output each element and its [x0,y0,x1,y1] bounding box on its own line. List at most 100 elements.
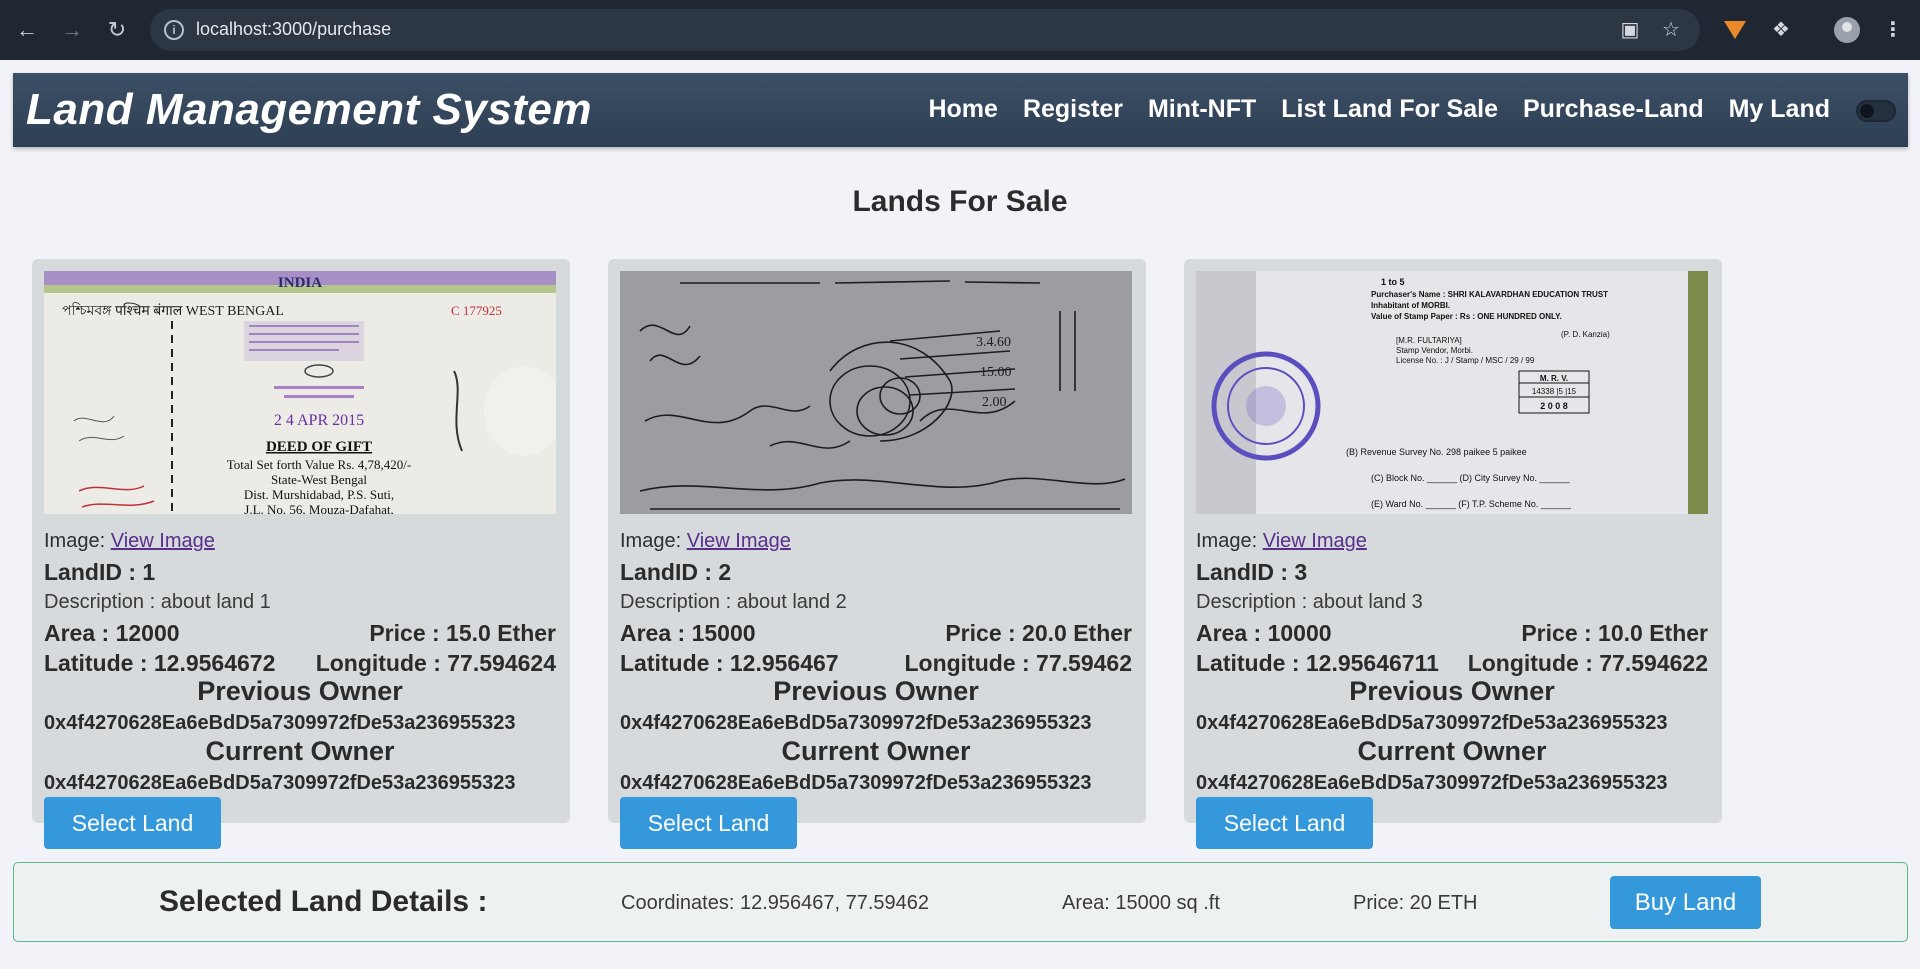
doc-purchaser: Purchaser's Name : SHRI KALAVARDHAN EDUC… [1371,290,1608,299]
doc-kanzia: (P. D. Kanzia) [1561,330,1610,339]
select-land-button[interactable]: Select Land [620,797,797,849]
land-area: Area : 15000 [620,620,756,646]
doc-ward: (E) Ward No. ______ (F) T.P. Scheme No. … [1371,499,1572,509]
nav-home[interactable]: Home [928,95,997,124]
doc-vendor-name: [M.R. FULTARIYA] [1396,336,1462,345]
metamask-fox-icon[interactable] [1720,15,1750,45]
image-line: Image: View Image [1196,530,1367,553]
buy-land-button[interactable]: Buy Land [1610,876,1761,929]
land-card-1: INDIA পশ্চিমবঙ্গ पश्चिम बंगाल WEST BENGA… [32,259,570,849]
site-info-icon[interactable]: i [164,20,184,40]
select-land-button[interactable]: Select Land [44,797,221,849]
doc-title: DEED OF GIFT [266,439,372,455]
svg-text:15.00: 15.00 [980,365,1012,380]
doc-box-year: 2 0 0 8 [1540,401,1568,411]
land-longitude: Longitude : 77.59462 [904,650,1132,676]
doc-line-west-bengal: পশ্চিমবঙ্গ पश्चिम बंगाल WEST BENGAL [62,302,284,319]
nav-my-land[interactable]: My Land [1729,95,1830,124]
view-image-link[interactable]: View Image [111,530,215,552]
brand-title[interactable]: Land Management System [26,85,592,135]
nav-links: Home Register Mint-NFT List Land For Sal… [928,95,1830,124]
current-owner-address: 0x4f4270628Ea6eBdD5a7309972fDe53a2369553… [44,772,516,794]
land-card-2: 3.4.60 15.00 2.00 Image: View Image Land… [608,259,1146,849]
bookmark-star-icon[interactable]: ☆ [1658,17,1684,43]
previous-owner-heading: Previous Owner [197,676,403,706]
land-longitude: Longitude : 77.594622 [1467,650,1708,676]
nav-register[interactable]: Register [1023,95,1123,124]
doc-stamp-value: Value of Stamp Paper : Rs : ONE HUNDRED … [1371,312,1562,321]
install-app-icon[interactable]: ▣ [1617,17,1643,43]
nav-mint-nft[interactable]: Mint-NFT [1148,95,1256,124]
image-line: Image: View Image [44,530,215,553]
land-area: Area : 10000 [1196,620,1332,646]
current-owner-heading: Current Owner [205,736,395,766]
land-id: LandID : 2 [620,559,732,585]
previous-owner-address: 0x4f4270628Ea6eBdD5a7309972fDe53a2369553… [44,712,516,734]
land-price: Price : 10.0 Ether [1521,620,1708,646]
current-owner-address: 0x4f4270628Ea6eBdD5a7309972fDe53a2369553… [620,772,1092,794]
doc-revenue: (B) Revenue Survey No. 298 paikee 5 paik… [1346,447,1527,457]
land-description: Description : about land 1 [44,591,271,613]
selected-area: Area: 15000 sq .ft [1062,892,1220,914]
browser-toolbar: ← → ↻ i localhost:3000/purchase ▣ ☆ ❖ ⋮ [0,0,1920,60]
nav-purchase-land[interactable]: Purchase-Land [1523,95,1704,124]
address-bar[interactable]: i localhost:3000/purchase ▣ ☆ [150,9,1700,51]
land-document-image-2: 3.4.60 15.00 2.00 [620,271,1132,514]
lat-long-row: Latitude : 12.95646711 Longitude : 77.59… [1196,650,1708,677]
land-id: LandID : 1 [44,559,156,585]
land-price: Price : 20.0 Ether [945,620,1132,646]
doc-line-mouza: J.L. No. 56, Mouza-Dafahat, [244,502,393,514]
land-description: Description : about land 3 [1196,591,1423,613]
selected-land-panel: Selected Land Details : Coordinates: 12.… [13,862,1908,942]
selected-price: Price: 20 ETH [1353,892,1478,914]
forward-icon[interactable]: → [58,16,86,44]
reload-icon[interactable]: ↻ [103,16,131,44]
theme-toggle[interactable] [1856,100,1896,122]
doc-serial: C 177925 [451,303,502,318]
area-price-row: Area : 15000 Price : 20.0 Ether [620,620,1132,647]
previous-owner-address: 0x4f4270628Ea6eBdD5a7309972fDe53a2369553… [1196,712,1668,734]
lat-long-row: Latitude : 12.956467 Longitude : 77.5946… [620,650,1132,677]
view-image-link[interactable]: View Image [1263,530,1367,552]
land-description: Description : about land 2 [620,591,847,613]
previous-owner-address: 0x4f4270628Ea6eBdD5a7309972fDe53a2369553… [620,712,1092,734]
svg-text:3.4.60: 3.4.60 [976,335,1011,350]
doc-line-district: Dist. Murshidabad, P.S. Suti, [244,487,394,502]
doc-license: License No. : J / Stamp / MSC / 29 / 99 [1396,356,1535,365]
area-price-row: Area : 12000 Price : 15.0 Ether [44,620,556,647]
land-document-image-1: INDIA পশ্চিমবঙ্গ पश्चिम बंगाल WEST BENGA… [44,271,556,514]
back-icon[interactable]: ← [13,16,41,44]
doc-block: (C) Block No. ______ (D) City Survey No.… [1371,473,1571,483]
land-card-3: 1 to 5 Purchaser's Name : SHRI KALAVARDH… [1184,259,1722,849]
doc-line-value: Total Set forth Value Rs. 4,78,420/- [227,457,411,472]
svg-text:2.00: 2.00 [982,395,1007,410]
land-document-image-3: 1 to 5 Purchaser's Name : SHRI KALAVARDH… [1196,271,1708,514]
toggle-knob [1860,104,1874,118]
area-price-row: Area : 10000 Price : 10.0 Ether [1196,620,1708,647]
doc-vendor-place: Stamp Vendor, Morbi. [1396,346,1473,355]
land-price: Price : 15.0 Ether [369,620,556,646]
doc-box-mrv: M. R. V. [1540,374,1568,383]
page-title: Lands For Sale [852,185,1068,218]
doc-line-1to5: 1 to 5 [1381,277,1405,287]
land-latitude: Latitude : 12.95646711 [1196,650,1439,676]
land-area: Area : 12000 [44,620,180,646]
select-land-button[interactable]: Select Land [1196,797,1373,849]
current-owner-heading: Current Owner [1357,736,1547,766]
previous-owner-heading: Previous Owner [1349,676,1555,706]
doc-box-number: 14338 |5 |15 [1532,387,1577,396]
land-longitude: Longitude : 77.594624 [315,650,556,676]
more-menu-icon[interactable]: ⋮ [1878,15,1908,45]
doc-line-state: State-West Bengal [271,472,367,487]
nav-list-land-for-sale[interactable]: List Land For Sale [1281,95,1498,124]
selected-coordinates: Coordinates: 12.956467, 77.59462 [621,892,930,914]
doc-header-band: INDIA [278,275,322,291]
land-latitude: Latitude : 12.9564672 [44,650,276,676]
image-label: Image: [44,530,106,552]
view-image-link[interactable]: View Image [687,530,791,552]
profile-avatar-icon[interactable] [1832,15,1862,45]
doc-stamp-date: 2 4 APR 2015 [274,412,364,429]
extensions-puzzle-icon[interactable]: ❖ [1766,15,1796,45]
current-owner-address: 0x4f4270628Ea6eBdD5a7309972fDe53a2369553… [1196,772,1668,794]
url-text[interactable]: localhost:3000/purchase [196,19,391,40]
